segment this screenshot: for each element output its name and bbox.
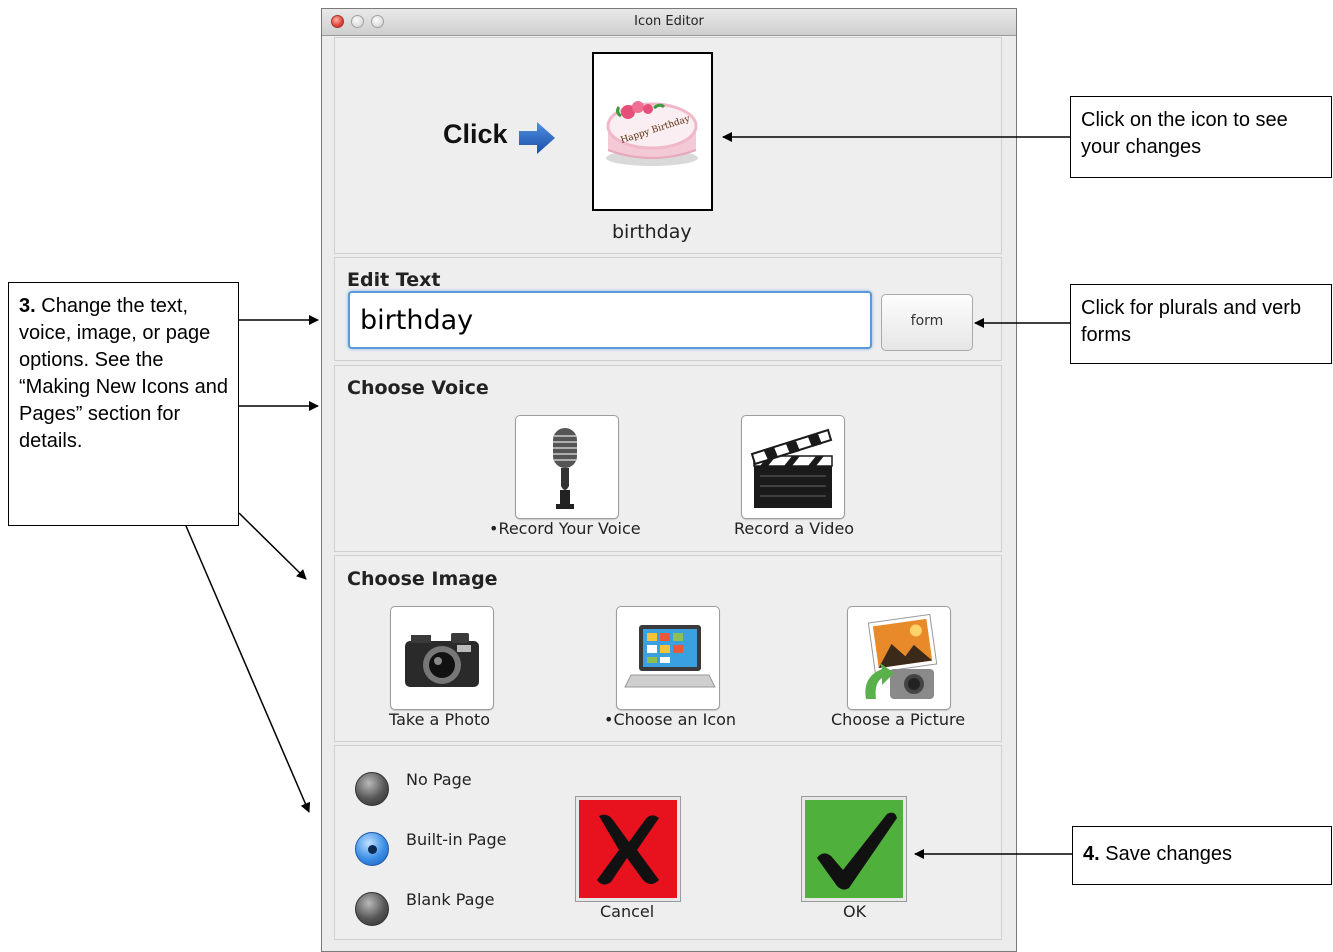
annotation-arrows xyxy=(185,132,1072,859)
